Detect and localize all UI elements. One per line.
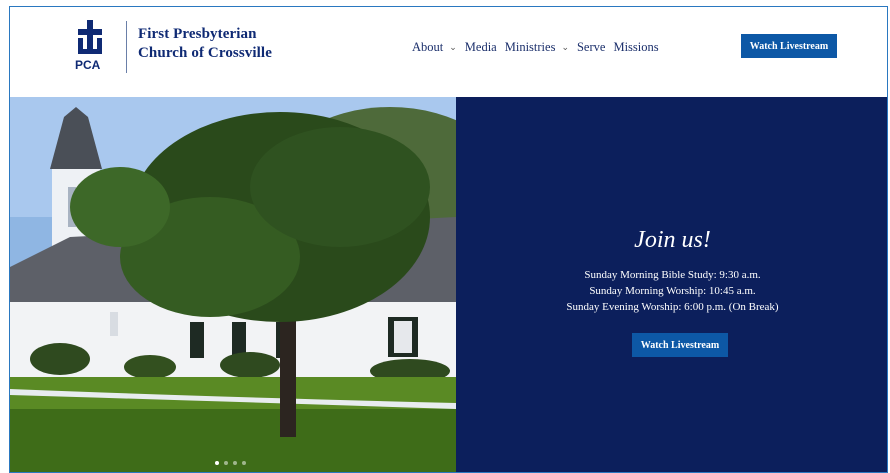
slider-dot[interactable] <box>242 461 246 465</box>
logo-divider <box>126 21 127 73</box>
logo-mark-text: PCA <box>75 58 101 72</box>
nav-item-serve[interactable]: Serve <box>577 40 605 55</box>
site-header: PCA First Presbyterian Church of Crossvi… <box>10 7 887 97</box>
main-nav: About ⌄ Media Ministries ⌄ Serve Mission… <box>412 40 667 55</box>
nav-item-label: About <box>412 40 444 54</box>
hero-church-photo <box>10 97 456 472</box>
pca-logo-icon[interactable]: PCA <box>75 20 108 74</box>
hero-info-panel: Join us! Sunday Morning Bible Study: 9:3… <box>456 97 887 472</box>
nav-item-about[interactable]: About ⌄ <box>412 40 457 55</box>
service-time-morning-worship: Sunday Morning Worship: 10:45 a.m. <box>589 285 756 297</box>
hero-watch-livestream-button[interactable]: Watch Livestream <box>632 333 728 357</box>
nav-item-media[interactable]: Media <box>465 40 497 55</box>
page-frame: PCA First Presbyterian Church of Crossvi… <box>9 6 888 473</box>
site-title-line-2: Church of Crossville <box>138 45 272 61</box>
slider-dot[interactable] <box>215 461 219 465</box>
nav-item-label: Serve <box>576 40 606 54</box>
nav-item-label: Ministries <box>504 40 556 54</box>
watch-livestream-button[interactable]: Watch Livestream <box>741 34 837 58</box>
nav-item-label: Missions <box>613 40 659 54</box>
service-time-evening-worship: Sunday Evening Worship: 6:00 p.m. (On Br… <box>566 301 779 313</box>
chevron-down-icon: ⌄ <box>449 42 457 52</box>
hero-heading: Join us! <box>634 227 711 253</box>
chevron-down-icon: ⌄ <box>561 42 569 52</box>
slider-dot[interactable] <box>233 461 237 465</box>
nav-item-label: Media <box>464 40 497 54</box>
slider-dot[interactable] <box>224 461 228 465</box>
nav-item-missions[interactable]: Missions <box>613 40 658 55</box>
site-title[interactable]: First Presbyterian Church of Crossville <box>138 25 272 63</box>
site-title-line-1: First Presbyterian <box>138 26 257 42</box>
service-time-bible-study: Sunday Morning Bible Study: 9:30 a.m. <box>584 269 761 281</box>
slider-pagination <box>215 461 246 465</box>
nav-item-ministries[interactable]: Ministries ⌄ <box>505 40 569 55</box>
service-times: Sunday Morning Bible Study: 9:30 a.m. Su… <box>456 267 887 315</box>
